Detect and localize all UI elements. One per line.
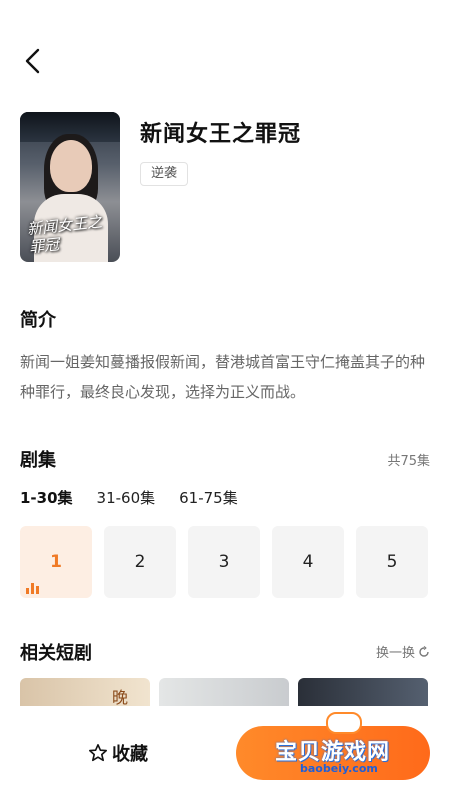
- episode-number: 1: [50, 552, 62, 572]
- refresh-button[interactable]: 换一换: [376, 642, 430, 661]
- episode-range-tabs: 1-30集 31-60集 61-75集: [20, 487, 238, 508]
- favorite-label: 收藏: [112, 744, 148, 765]
- bottom-action-bar: 收藏 宝贝游戏网 baobeiy.com: [0, 706, 450, 800]
- watermark-gamepad-icon: [326, 712, 362, 734]
- episodes-heading: 剧集: [20, 450, 56, 471]
- drama-title: 新闻女王之罪冠: [140, 122, 302, 147]
- episode-button[interactable]: 3: [188, 526, 260, 598]
- range-tab-1-30[interactable]: 1-30集: [20, 487, 73, 508]
- episode-number: 2: [134, 552, 146, 572]
- star-icon: [88, 743, 108, 762]
- episode-total: 共75集: [387, 454, 430, 469]
- related-card[interactable]: [159, 678, 289, 708]
- related-card-title: 晚: [111, 688, 128, 707]
- episode-button[interactable]: 1: [20, 526, 92, 598]
- back-button[interactable]: [20, 46, 46, 76]
- related-card[interactable]: [298, 678, 428, 708]
- related-heading: 相关短剧: [20, 643, 92, 664]
- episode-button[interactable]: 4: [272, 526, 344, 598]
- related-list: 晚: [20, 678, 428, 708]
- range-tab-61-75[interactable]: 61-75集: [179, 487, 238, 508]
- favorite-button[interactable]: 收藏: [88, 740, 148, 766]
- episode-grid: 1 2 3 4 5: [20, 526, 428, 598]
- episode-number: 3: [218, 552, 230, 572]
- related-card[interactable]: 晚: [20, 678, 150, 708]
- range-tab-31-60[interactable]: 31-60集: [97, 487, 156, 508]
- genre-tag[interactable]: 逆袭: [140, 162, 189, 186]
- episode-button[interactable]: 5: [356, 526, 428, 598]
- episode-button[interactable]: 2: [104, 526, 176, 598]
- chevron-left-icon: [25, 48, 40, 74]
- refresh-icon: [419, 645, 429, 657]
- refresh-label: 换一换: [375, 646, 415, 661]
- playing-indicator-icon: [26, 583, 39, 594]
- watermark-url: baobeiy.com: [300, 762, 378, 775]
- intro-heading: 简介: [20, 310, 56, 331]
- drama-poster: 新闻女王之罪冠: [20, 112, 120, 262]
- episode-number: 4: [302, 552, 314, 572]
- episode-number: 5: [386, 552, 398, 572]
- intro-text: 新闻一姐姜知蔓播报假新闻，替港城首富王守仁掩盖其子的种种罪行，最终良心发现，选择…: [20, 353, 426, 401]
